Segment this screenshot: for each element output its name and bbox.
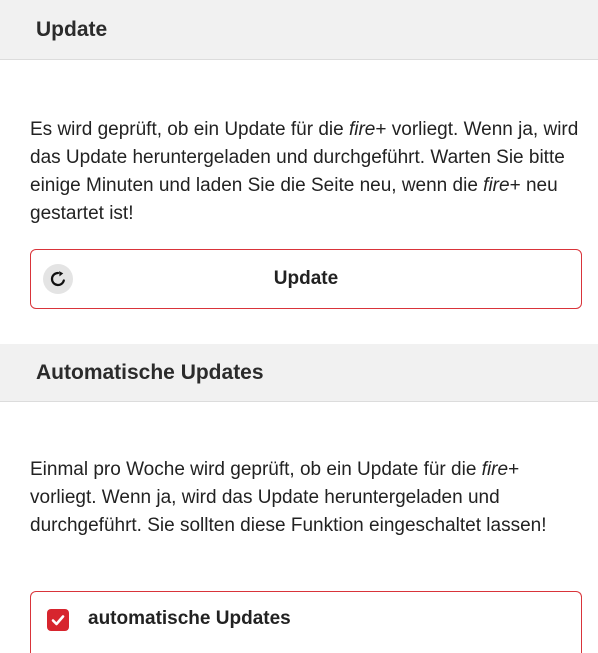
update-panel-title: Update: [36, 17, 108, 41]
brand-plus: +: [509, 175, 521, 196]
update-button[interactable]: Update: [30, 249, 582, 309]
auto-update-description: Einmal pro Woche wird geprüft, ob ein Up…: [30, 402, 580, 540]
update-panel-header: Update: [0, 0, 598, 60]
auto-update-checkbox[interactable]: [47, 609, 69, 631]
auto-update-panel-header: Automatische Updates: [0, 344, 598, 402]
brand-name: fire: [481, 459, 509, 480]
brand-plus: +: [375, 119, 387, 140]
brand-name: fire: [348, 119, 376, 140]
auto-update-toggle-row[interactable]: automatische Updates: [30, 591, 582, 653]
refresh-icon: [43, 264, 73, 294]
brand-plus: +: [508, 459, 520, 480]
update-desc-text-1: Es wird geprüft, ob ein Update für die: [30, 119, 349, 140]
update-description: Es wird geprüft, ob ein Update für die f…: [30, 60, 580, 228]
auto-desc-text-2: vorliegt. Wenn ja, wird das Update herun…: [30, 487, 547, 536]
auto-update-checkbox-label[interactable]: automatische Updates: [88, 608, 291, 630]
auto-update-panel-body: Einmal pro Woche wird geprüft, ob ein Up…: [0, 402, 598, 540]
auto-desc-text-1: Einmal pro Woche wird geprüft, ob ein Up…: [30, 459, 482, 480]
auto-update-panel-title: Automatische Updates: [36, 360, 264, 384]
section-divider: [0, 322, 598, 344]
auto-update-panel: Automatische Updates Einmal pro Woche wi…: [0, 344, 598, 653]
update-button-label: Update: [273, 268, 339, 289]
brand-name: fire: [483, 175, 510, 196]
update-panel-body: Es wird geprüft, ob ein Update für die f…: [0, 60, 598, 228]
update-panel: Update Es wird geprüft, ob ein Update fü…: [0, 0, 598, 322]
checkmark-icon: [51, 615, 65, 626]
